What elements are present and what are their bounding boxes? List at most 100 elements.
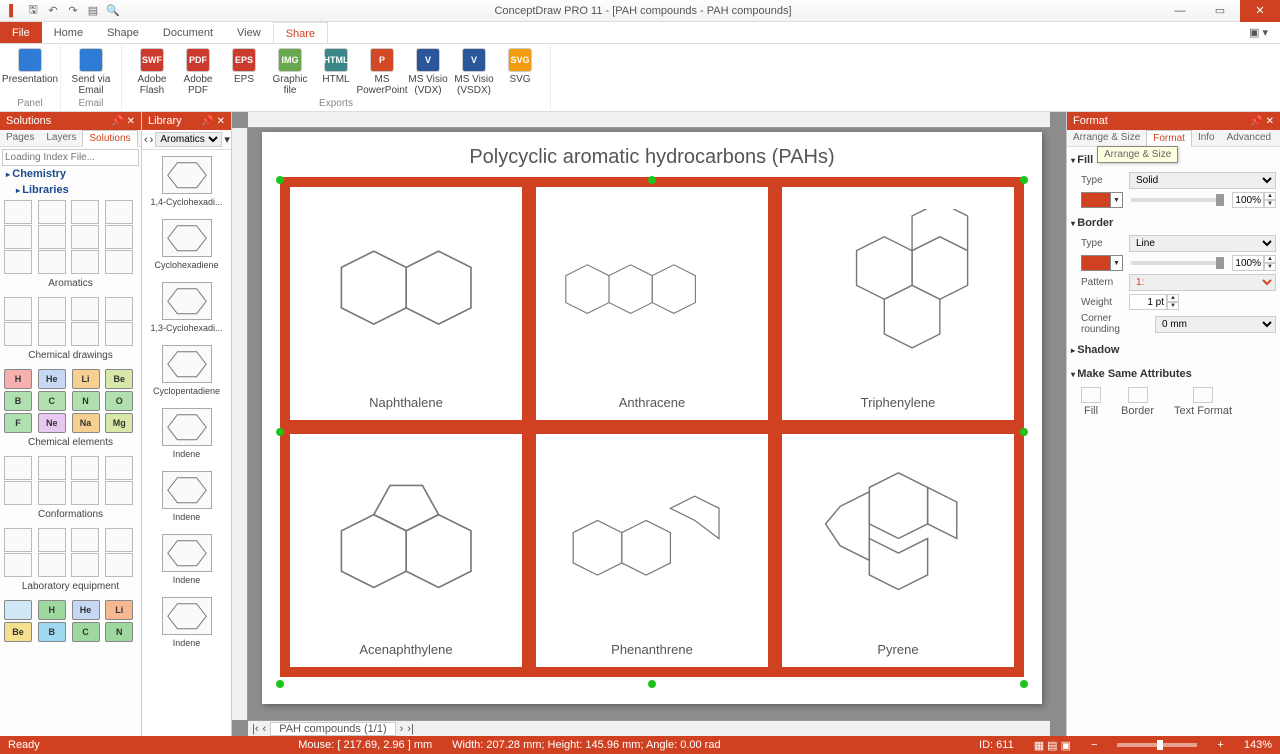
zoom-slider[interactable]: [1117, 743, 1197, 747]
shape-thumb[interactable]: [4, 481, 32, 505]
shape-thumb[interactable]: [71, 553, 99, 577]
zoom-out-icon[interactable]: −: [1091, 739, 1097, 751]
element-tile[interactable]: N: [72, 391, 100, 411]
shape-thumb[interactable]: [71, 322, 99, 346]
shape-thumb[interactable]: [4, 322, 32, 346]
shape-thumb[interactable]: [71, 200, 99, 224]
library-controls[interactable]: 📌 ✕: [201, 116, 225, 127]
shape-thumb[interactable]: [105, 456, 133, 480]
solutions-controls[interactable]: 📌 ✕: [111, 116, 135, 127]
ribbon-button[interactable]: SVGSVG: [498, 46, 542, 96]
library-next-icon[interactable]: ›: [150, 134, 154, 146]
shape-thumb[interactable]: [38, 456, 66, 480]
subtab-info[interactable]: Info: [1192, 130, 1221, 146]
shape-thumb[interactable]: [105, 553, 133, 577]
border-type-select[interactable]: Line: [1129, 235, 1276, 252]
subtab-layers[interactable]: Layers: [40, 130, 82, 146]
doctab-next-icon[interactable]: ›: [400, 723, 404, 735]
tab-view[interactable]: View: [225, 22, 273, 43]
element-tile[interactable]: Li: [105, 600, 133, 620]
shape-thumb[interactable]: [38, 528, 66, 552]
format-controls[interactable]: 📌 ✕: [1250, 116, 1274, 127]
element-tile[interactable]: Mg: [105, 413, 133, 433]
subtab-pages[interactable]: Pages: [0, 130, 40, 146]
tab-shape[interactable]: Shape: [95, 22, 151, 43]
border-opacity-value[interactable]: [1232, 255, 1264, 271]
fill-color-dropdown[interactable]: ▼: [1111, 192, 1123, 208]
qat-redo-icon[interactable]: ↷: [66, 4, 80, 18]
solutions-search[interactable]: [2, 149, 139, 166]
tab-document[interactable]: Document: [151, 22, 225, 43]
shape-thumb[interactable]: [105, 200, 133, 224]
element-tile[interactable]: Be: [105, 369, 133, 389]
library-item[interactable]: 1,3-Cyclohexadi...: [142, 276, 231, 339]
fill-opacity-slider[interactable]: [1131, 198, 1224, 202]
compound-cell[interactable]: Naphthalene: [290, 187, 522, 420]
element-tile[interactable]: He: [38, 369, 66, 389]
msa-fill[interactable]: Fill: [1081, 387, 1101, 417]
shape-thumb[interactable]: [38, 481, 66, 505]
compound-cell[interactable]: Triphenylene: [782, 187, 1014, 420]
selection-handle[interactable]: [1020, 428, 1028, 436]
border-color-dropdown[interactable]: ▼: [1111, 255, 1123, 271]
shape-thumb[interactable]: [38, 297, 66, 321]
element-tile[interactable]: B: [4, 391, 32, 411]
shape-thumb[interactable]: [4, 553, 32, 577]
doctab-prev-icon[interactable]: ‹: [263, 723, 267, 735]
shape-thumb[interactable]: [38, 250, 66, 274]
corner-select[interactable]: 0 mm: [1155, 316, 1276, 333]
qat-doc-icon[interactable]: ▌: [6, 4, 20, 18]
library-item[interactable]: Indene: [142, 591, 231, 654]
compound-grid[interactable]: NaphthaleneAnthraceneTriphenylene Acenaph…: [280, 177, 1024, 677]
library-item[interactable]: Indene: [142, 402, 231, 465]
shape-thumb[interactable]: [105, 225, 133, 249]
ribbon-button[interactable]: HTMLHTML: [314, 46, 358, 96]
shape-thumb[interactable]: [105, 481, 133, 505]
compound-cell[interactable]: Anthracene: [536, 187, 768, 420]
library-menu-icon[interactable]: ▾: [224, 133, 230, 146]
border-opacity-slider[interactable]: [1131, 261, 1224, 265]
tree-libraries[interactable]: Libraries: [2, 182, 139, 198]
border-color-swatch[interactable]: [1081, 255, 1111, 271]
shape-thumb[interactable]: [71, 456, 99, 480]
msa-text[interactable]: Text Format: [1174, 387, 1232, 417]
shape-thumb[interactable]: [105, 297, 133, 321]
selection-handle[interactable]: [648, 680, 656, 688]
library-item[interactable]: Cyclohexadiene: [142, 213, 231, 276]
compound-cell[interactable]: Acenaphthylene: [290, 434, 522, 667]
tree-chemistry[interactable]: Chemistry: [2, 166, 139, 182]
file-tab[interactable]: File: [0, 22, 42, 43]
element-tile[interactable]: C: [72, 622, 100, 642]
element-tile[interactable]: O: [105, 391, 133, 411]
shape-thumb[interactable]: [38, 225, 66, 249]
shape-thumb[interactable]: [71, 297, 99, 321]
element-tile[interactable]: N: [105, 622, 133, 642]
qat-undo-icon[interactable]: ↶: [46, 4, 60, 18]
msa-border[interactable]: Border: [1121, 387, 1154, 417]
element-tile[interactable]: Be: [4, 622, 32, 642]
status-views[interactable]: ▦ ▤ ▣: [1034, 739, 1071, 752]
subtab-format[interactable]: Format: [1146, 130, 1192, 147]
qat-print-icon[interactable]: ▤: [86, 4, 100, 18]
selection-handle[interactable]: [1020, 176, 1028, 184]
ribbon-button[interactable]: PDFAdobe PDF: [176, 46, 220, 96]
shape-thumb[interactable]: [71, 250, 99, 274]
qat-search-icon[interactable]: 🔍: [106, 4, 120, 18]
subtab-arrange[interactable]: Arrange & Size: [1067, 130, 1146, 146]
ribbon-button[interactable]: PMS PowerPoint: [360, 46, 404, 96]
element-tile[interactable]: He: [72, 600, 100, 620]
library-prev-icon[interactable]: ‹: [144, 134, 148, 146]
element-tile[interactable]: B: [38, 622, 66, 642]
doctab-last-icon[interactable]: ›|: [407, 723, 414, 735]
border-header[interactable]: Border: [1071, 214, 1276, 232]
shadow-header[interactable]: Shadow: [1071, 341, 1276, 359]
library-dropdown[interactable]: Aromatics: [155, 132, 222, 147]
ribbon-button[interactable]: Send via Email: [69, 46, 113, 96]
ribbon-button[interactable]: VMS Visio (VSDX): [452, 46, 496, 96]
shape-thumb[interactable]: [71, 528, 99, 552]
element-tile[interactable]: Li: [72, 369, 100, 389]
library-item[interactable]: Indene: [142, 528, 231, 591]
library-item[interactable]: Indene: [142, 465, 231, 528]
compound-cell[interactable]: Pyrene: [782, 434, 1014, 667]
shape-thumb[interactable]: [4, 297, 32, 321]
